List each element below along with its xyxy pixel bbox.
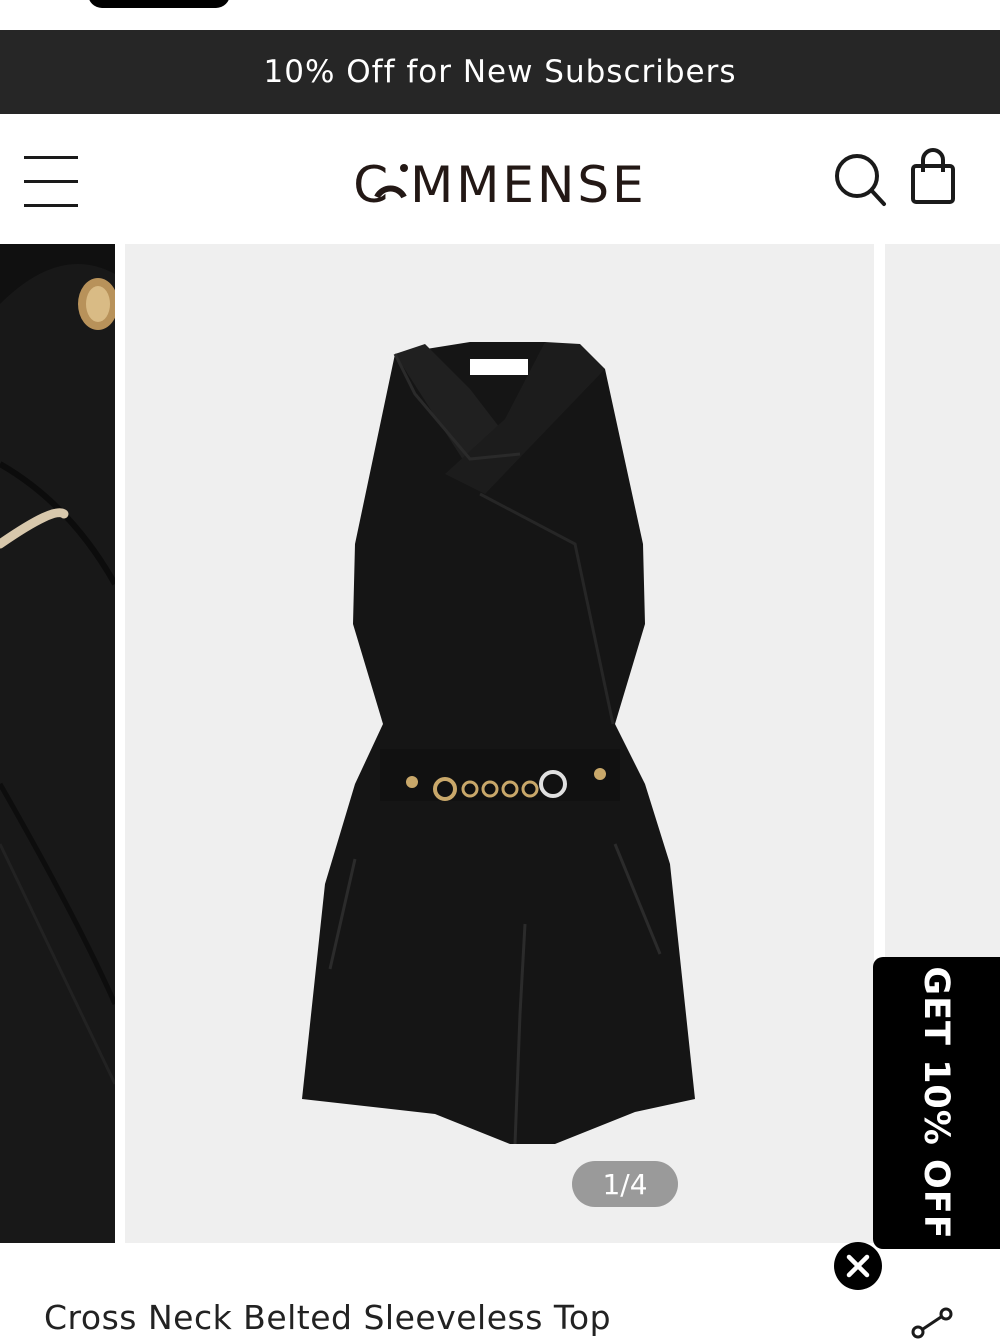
menu-button[interactable] [24,154,80,210]
promo-banner[interactable]: 10% Off for New Subscribers [0,30,1000,114]
share-button[interactable] [906,1300,956,1340]
status-pill [88,0,230,8]
product-image [302,342,695,1145]
search-button[interactable] [832,150,888,210]
hamburger-icon [24,204,78,207]
svg-text:C MMENSE: C MMENSE [353,156,646,214]
share-icon [911,1307,953,1339]
shopping-bag-icon [911,148,955,204]
status-bar [0,0,1000,30]
product-title: Cross Neck Belted Sleeveless Top [44,1298,612,1337]
site-header: C MMENSE [0,114,1000,244]
hamburger-icon [24,180,78,183]
hamburger-icon [24,156,78,159]
close-icon [846,1254,870,1278]
gallery-counter: 1/4 [572,1161,678,1207]
product-image-gallery[interactable]: 1/4 [0,244,1000,1243]
search-icon [835,154,886,206]
brand-logo-wordmark: C MMENSE [353,156,646,214]
discount-side-tab-text: GET 10% OFF [916,966,956,1240]
brand-logo[interactable]: C MMENSE [300,142,700,220]
discount-side-tab[interactable]: GET 10% OFF [873,957,1000,1249]
gallery-slide-previous[interactable] [0,244,115,1243]
fabric-closeup-image [0,244,115,1243]
discount-close-button[interactable] [834,1242,882,1290]
promo-banner-text: 10% Off for New Subscribers [263,54,737,90]
gallery-counter-text: 1/4 [602,1167,648,1201]
gallery-slide-current[interactable]: 1/4 [125,244,874,1243]
cart-button[interactable] [906,148,962,210]
